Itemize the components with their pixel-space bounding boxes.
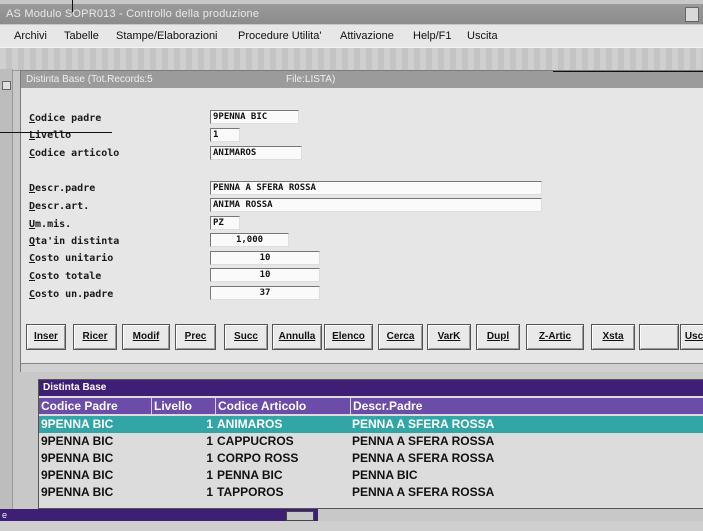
cell-codice-padre: 9PENNA BIC xyxy=(41,485,114,499)
label-costo-totale: Costo totale xyxy=(29,271,102,282)
column-header-codice-padre[interactable]: Codice Padre xyxy=(39,398,151,414)
menu-archivi[interactable]: Archivi xyxy=(14,25,47,47)
toolbar-strip xyxy=(0,47,703,71)
callout-line xyxy=(72,0,73,12)
cell-livello: 1 xyxy=(206,485,213,499)
label-costo-un-padre: Costo un.padre xyxy=(29,289,114,300)
livello-field[interactable]: 1 xyxy=(210,128,240,142)
table-row[interactable]: 9PENNA BIC 1 ANIMAROS PENNA A SFERA ROSS… xyxy=(39,416,703,433)
form-status-strip xyxy=(21,363,703,372)
menu-bar: Archivi Tabelle Stampe/Elaborazioni Proc… xyxy=(0,25,703,47)
cell-livello: 1 xyxy=(206,451,213,465)
label-descr-padre: Descr.padre xyxy=(29,183,96,194)
modif-button[interactable]: Modif xyxy=(122,324,170,350)
xsta-button[interactable]: Xsta xyxy=(591,324,635,350)
codice-padre-field[interactable]: 9PENNA BIC xyxy=(210,110,299,124)
z-artic-button[interactable]: Z-Artic xyxy=(526,324,584,350)
left-edge-panel xyxy=(0,69,13,531)
cerca-button[interactable]: Cerca xyxy=(378,324,423,350)
grid-title: Distinta Base xyxy=(39,380,703,396)
callout-line xyxy=(553,71,703,72)
menu-stampe-elaborazioni[interactable]: Stampe/Elaborazioni xyxy=(116,25,218,47)
descr-art-field[interactable]: ANIMA ROSSA xyxy=(210,198,542,212)
cell-descr-padre: PENNA A SFERA ROSSA xyxy=(352,434,495,448)
menu-help[interactable]: Help/F1 xyxy=(413,25,452,47)
label-qta-distinta: Qta'in distinta xyxy=(29,236,120,247)
annulla-button[interactable]: Annulla xyxy=(272,324,322,350)
inser-button[interactable]: Inser xyxy=(26,324,66,350)
cell-codice-padre: 9PENNA BIC xyxy=(41,434,114,448)
cell-livello: 1 xyxy=(206,468,213,482)
table-row[interactable]: 9PENNA BIC 1 TAPPOROS PENNA A SFERA ROSS… xyxy=(39,484,703,501)
app-title-bar: AS Modulo SOPR013 - Controllo della prod… xyxy=(0,4,703,24)
distinta-base-grid-window: Distinta Base Codice Padre Livello Codic… xyxy=(38,379,703,509)
app-title: AS Modulo SOPR013 - Controllo della prod… xyxy=(6,8,260,20)
table-row[interactable]: 9PENNA BIC 1 CAPPUCROS PENNA A SFERA ROS… xyxy=(39,433,703,450)
grid-header-row: Codice Padre Livello Codice Articolo Des… xyxy=(39,398,703,414)
cell-codice-padre: 9PENNA BIC xyxy=(41,451,114,465)
elenco-button[interactable]: Elenco xyxy=(324,324,373,350)
cell-descr-padre: PENNA A SFERA ROSSA xyxy=(352,485,495,499)
column-header-codice-articolo[interactable]: Codice Articolo xyxy=(215,398,350,414)
desktop-area xyxy=(0,521,703,531)
cell-descr-padre: PENNA A SFERA ROSSA xyxy=(352,417,495,431)
callout-line xyxy=(0,132,112,133)
label-codice-articolo: Codice articolo xyxy=(29,148,120,159)
cell-codice-articolo: CAPPUCROS xyxy=(217,434,294,448)
table-row[interactable]: 9PENNA BIC 1 PENNA BIC PENNA BIC xyxy=(39,467,703,484)
cell-descr-padre: PENNA BIC xyxy=(352,468,418,482)
label-codice-padre: Codice padre xyxy=(29,113,102,124)
cell-livello: 1 xyxy=(206,434,213,448)
label-um-mis: Um.mis. xyxy=(29,219,72,230)
um-mis-field[interactable]: PZ xyxy=(210,216,240,230)
cell-codice-articolo: ANIMAROS xyxy=(217,417,283,431)
form-title: Distinta Base (Tot.Records:5 xyxy=(26,74,153,85)
cell-descr-padre: PENNA A SFERA ROSSA xyxy=(352,451,495,465)
prec-button[interactable]: Prec xyxy=(175,324,216,350)
cell-livello: 1 xyxy=(206,417,213,431)
menu-procedure-utilita[interactable]: Procedure Utilita' xyxy=(238,25,321,47)
succ-button[interactable]: Succ xyxy=(224,324,268,350)
column-header-livello[interactable]: Livello xyxy=(151,398,215,414)
menu-uscita[interactable]: Uscita xyxy=(467,25,498,47)
window-controls-icon[interactable] xyxy=(286,511,314,521)
table-row[interactable]: 9PENNA BIC 1 CORPO ROSS PENNA A SFERA RO… xyxy=(39,450,703,467)
distinta-base-form-window: Distinta Base (Tot.Records:5 File:LISTA)… xyxy=(20,70,703,372)
form-file-name: File:LISTA) xyxy=(286,74,336,85)
blank-button[interactable] xyxy=(639,324,679,350)
qta-distinta-field[interactable]: 1,000 xyxy=(210,233,289,247)
label-costo-unitario: Costo unitario xyxy=(29,253,114,264)
window-control-button[interactable] xyxy=(685,7,699,22)
form-title-bar: Distinta Base (Tot.Records:5 File:LISTA) xyxy=(21,71,703,88)
costo-unitario-field[interactable]: 10 xyxy=(210,251,320,265)
cell-codice-articolo: TAPPOROS xyxy=(217,485,284,499)
costo-un-padre-field[interactable]: 37 xyxy=(210,286,320,300)
dupl-button[interactable]: Dupl xyxy=(476,324,520,350)
cell-codice-articolo: PENNA BIC xyxy=(217,468,283,482)
costo-totale-field[interactable]: 10 xyxy=(210,268,320,282)
cell-codice-articolo: CORPO ROSS xyxy=(217,451,299,465)
cell-codice-padre: 9PENNA BIC xyxy=(41,417,114,431)
minimized-window-title: e xyxy=(2,510,8,520)
uscita-button[interactable]: Usc xyxy=(680,324,703,350)
cell-codice-padre: 9PENNA BIC xyxy=(41,468,114,482)
descr-padre-field[interactable]: PENNA A SFERA ROSSA xyxy=(210,181,542,195)
column-header-descr-padre[interactable]: Descr.Padre xyxy=(350,398,703,414)
minimized-window-bar[interactable]: e xyxy=(0,509,318,521)
codice-articolo-field[interactable]: ANIMAROS xyxy=(210,146,302,160)
menu-tabelle[interactable]: Tabelle xyxy=(64,25,99,47)
menu-attivazione[interactable]: Attivazione xyxy=(340,25,394,47)
label-descr-art: Descr.art. xyxy=(29,201,90,212)
restore-icon[interactable] xyxy=(2,81,11,90)
ricer-button[interactable]: Ricer xyxy=(73,324,117,350)
vark-button[interactable]: VarK xyxy=(427,324,471,350)
